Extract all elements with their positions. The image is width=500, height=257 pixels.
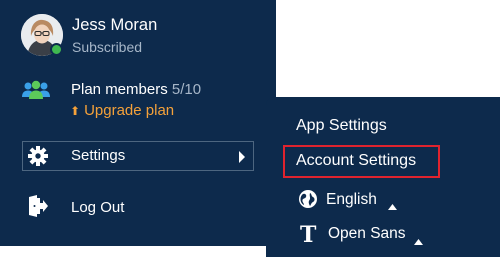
plan-members-label: Plan members 5/10 [71,81,201,98]
online-status-indicator [50,43,63,56]
globe-icon [299,190,317,213]
settings-menu-item[interactable] [22,141,254,171]
plan-members-text: Plan members [71,81,168,98]
caret-up-icon [388,197,397,215]
chevron-right-icon [238,150,246,168]
font-selector[interactable]: Open Sans [328,225,406,243]
logout-icon [28,195,48,222]
account-settings-item[interactable]: Account Settings [296,152,416,170]
plan-members-count: 5/10 [171,81,202,98]
caret-up-icon [414,232,423,250]
font-icon: T [300,222,317,248]
upgrade-plan-link[interactable]: ⬆ Upgrade plan [70,102,174,119]
gear-icon [28,146,48,171]
user-name: Jess Moran [72,16,158,34]
subscription-status: Subscribed [72,39,143,55]
members-icon [22,80,50,105]
app-settings-item[interactable]: App Settings [296,117,387,135]
language-selector[interactable]: English [326,191,377,209]
arrow-up-icon: ⬆ [70,104,81,118]
settings-label: Settings [71,147,126,164]
upgrade-plan-label: Upgrade plan [84,102,175,119]
logout-label[interactable]: Log Out [71,199,124,216]
